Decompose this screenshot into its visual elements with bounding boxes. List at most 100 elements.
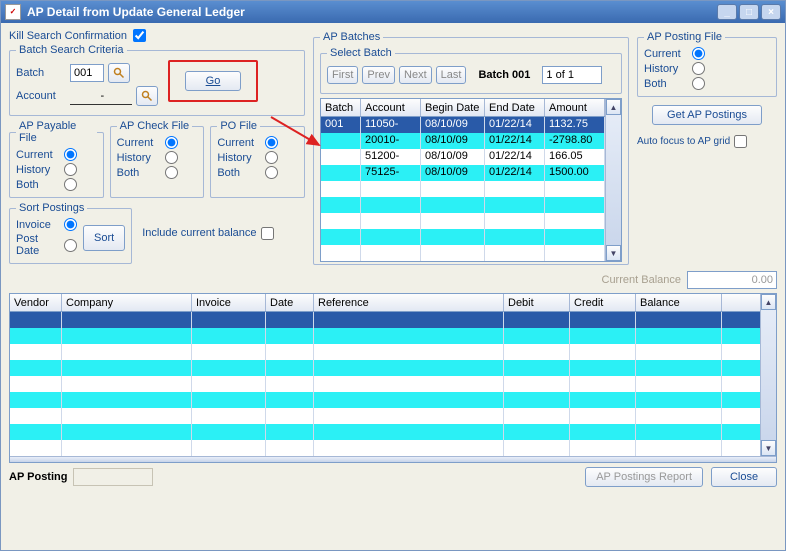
po-option[interactable]: Both — [217, 166, 298, 179]
detail-row[interactable] — [10, 312, 760, 328]
detail-row[interactable] — [10, 424, 760, 440]
last-button[interactable]: Last — [436, 66, 467, 84]
detail-cell — [504, 312, 570, 328]
scroll-down-icon[interactable]: ▼ — [761, 440, 776, 456]
batches-row[interactable] — [321, 181, 605, 197]
detail-col-header[interactable]: Company — [62, 294, 192, 311]
payable-option[interactable]: Current — [16, 148, 97, 161]
detail-cell — [314, 408, 504, 424]
detail-scrollbar-h[interactable] — [10, 456, 776, 462]
posting-radio[interactable] — [692, 47, 705, 60]
payable-radio[interactable] — [64, 148, 77, 161]
detail-col-header[interactable]: Credit — [570, 294, 636, 311]
detail-cell — [10, 344, 62, 360]
detail-col-header[interactable]: Balance — [636, 294, 722, 311]
check-option[interactable]: Current — [117, 136, 198, 149]
ap-postings-report-button[interactable]: AP Postings Report — [585, 467, 703, 487]
batches-row[interactable]: 20010-08/10/0901/22/14-2798.80 — [321, 133, 605, 149]
sort-label: Post Date — [16, 233, 60, 257]
batches-cell — [485, 229, 545, 245]
ap-posting-input[interactable] — [73, 468, 153, 486]
po-option[interactable]: Current — [217, 136, 298, 149]
kill-search-checkbox[interactable] — [133, 29, 146, 42]
batches-col-header[interactable]: Begin Date — [421, 99, 485, 116]
batches-row[interactable]: 51200-08/10/0901/22/14166.05 — [321, 149, 605, 165]
check-option[interactable]: History — [117, 151, 198, 164]
first-button[interactable]: First — [327, 66, 358, 84]
detail-col-header[interactable]: Debit — [504, 294, 570, 311]
include-balance-label: Include current balance — [142, 227, 256, 239]
batches-col-header[interactable]: Account — [361, 99, 421, 116]
sort-postings-legend: Sort Postings — [16, 202, 87, 214]
detail-row[interactable] — [10, 408, 760, 424]
posting-option[interactable]: Both — [644, 77, 770, 90]
detail-col-header[interactable]: Reference — [314, 294, 504, 311]
ap-posting-file: AP Posting File Current History Both — [637, 31, 777, 97]
payable-option[interactable]: History — [16, 163, 97, 176]
payable-radio[interactable] — [64, 163, 77, 176]
minimize-button[interactable]: _ — [717, 4, 737, 20]
batches-col-header[interactable]: End Date — [485, 99, 545, 116]
sort-radio[interactable] — [64, 218, 77, 231]
detail-row[interactable] — [10, 440, 760, 456]
sort-option[interactable]: Post Date — [16, 233, 77, 257]
close-window-button[interactable]: × — [761, 4, 781, 20]
batches-cell — [361, 245, 421, 261]
posting-option[interactable]: Current — [644, 47, 770, 60]
check-radio[interactable] — [165, 136, 178, 149]
payable-option[interactable]: Both — [16, 178, 97, 191]
sort-radio[interactable] — [64, 239, 77, 252]
detail-row[interactable] — [10, 360, 760, 376]
check-radio[interactable] — [165, 151, 178, 164]
batches-cell: 08/10/09 — [421, 117, 485, 133]
detail-scrollbar-v[interactable]: ▲ ▼ — [760, 294, 776, 456]
ap-posting-file-legend: AP Posting File — [644, 31, 725, 43]
next-button[interactable]: Next — [399, 66, 432, 84]
prev-button[interactable]: Prev — [362, 66, 395, 84]
close-button[interactable]: Close — [711, 467, 777, 487]
detail-col-header[interactable]: Vendor — [10, 294, 62, 311]
posting-radio[interactable] — [692, 62, 705, 75]
po-option[interactable]: History — [217, 151, 298, 164]
batches-row[interactable]: 75125-08/10/0901/22/141500.00 — [321, 165, 605, 181]
batches-col-header[interactable]: Amount — [545, 99, 605, 116]
detail-col-header[interactable]: Invoice — [192, 294, 266, 311]
account-input[interactable] — [70, 87, 132, 105]
sort-option[interactable]: Invoice — [16, 218, 77, 231]
detail-row[interactable] — [10, 392, 760, 408]
payable-radio[interactable] — [64, 178, 77, 191]
batches-row[interactable] — [321, 197, 605, 213]
maximize-button[interactable]: □ — [739, 4, 759, 20]
batches-row[interactable] — [321, 229, 605, 245]
batches-row[interactable] — [321, 213, 605, 229]
batches-cell — [321, 149, 361, 165]
batch-page[interactable] — [542, 66, 602, 84]
scroll-down-icon[interactable]: ▼ — [606, 245, 621, 261]
account-lookup-button[interactable] — [136, 86, 158, 106]
check-option[interactable]: Both — [117, 166, 198, 179]
scroll-up-icon[interactable]: ▲ — [606, 99, 621, 115]
detail-col-header[interactable]: Date — [266, 294, 314, 311]
po-radio[interactable] — [265, 166, 278, 179]
auto-focus-checkbox[interactable] — [734, 135, 747, 148]
get-ap-postings-button[interactable]: Get AP Postings — [652, 105, 762, 125]
posting-option[interactable]: History — [644, 62, 770, 75]
po-radio[interactable] — [265, 136, 278, 149]
batches-col-header[interactable]: Batch — [321, 99, 361, 116]
detail-row[interactable] — [10, 376, 760, 392]
include-balance-checkbox[interactable] — [261, 227, 274, 240]
detail-cell — [570, 360, 636, 376]
posting-radio[interactable] — [692, 77, 705, 90]
detail-row[interactable] — [10, 328, 760, 344]
sort-button[interactable]: Sort — [83, 225, 125, 251]
batch-input[interactable] — [70, 64, 104, 82]
detail-row[interactable] — [10, 344, 760, 360]
batch-lookup-button[interactable] — [108, 63, 130, 83]
scroll-up-icon[interactable]: ▲ — [761, 294, 776, 310]
batches-scrollbar[interactable]: ▲ ▼ — [605, 99, 621, 261]
go-button[interactable]: Go — [185, 71, 241, 91]
po-radio[interactable] — [265, 151, 278, 164]
check-radio[interactable] — [165, 166, 178, 179]
batches-row[interactable] — [321, 245, 605, 261]
batches-row[interactable]: 00111050-08/10/0901/22/141132.75 — [321, 117, 605, 133]
